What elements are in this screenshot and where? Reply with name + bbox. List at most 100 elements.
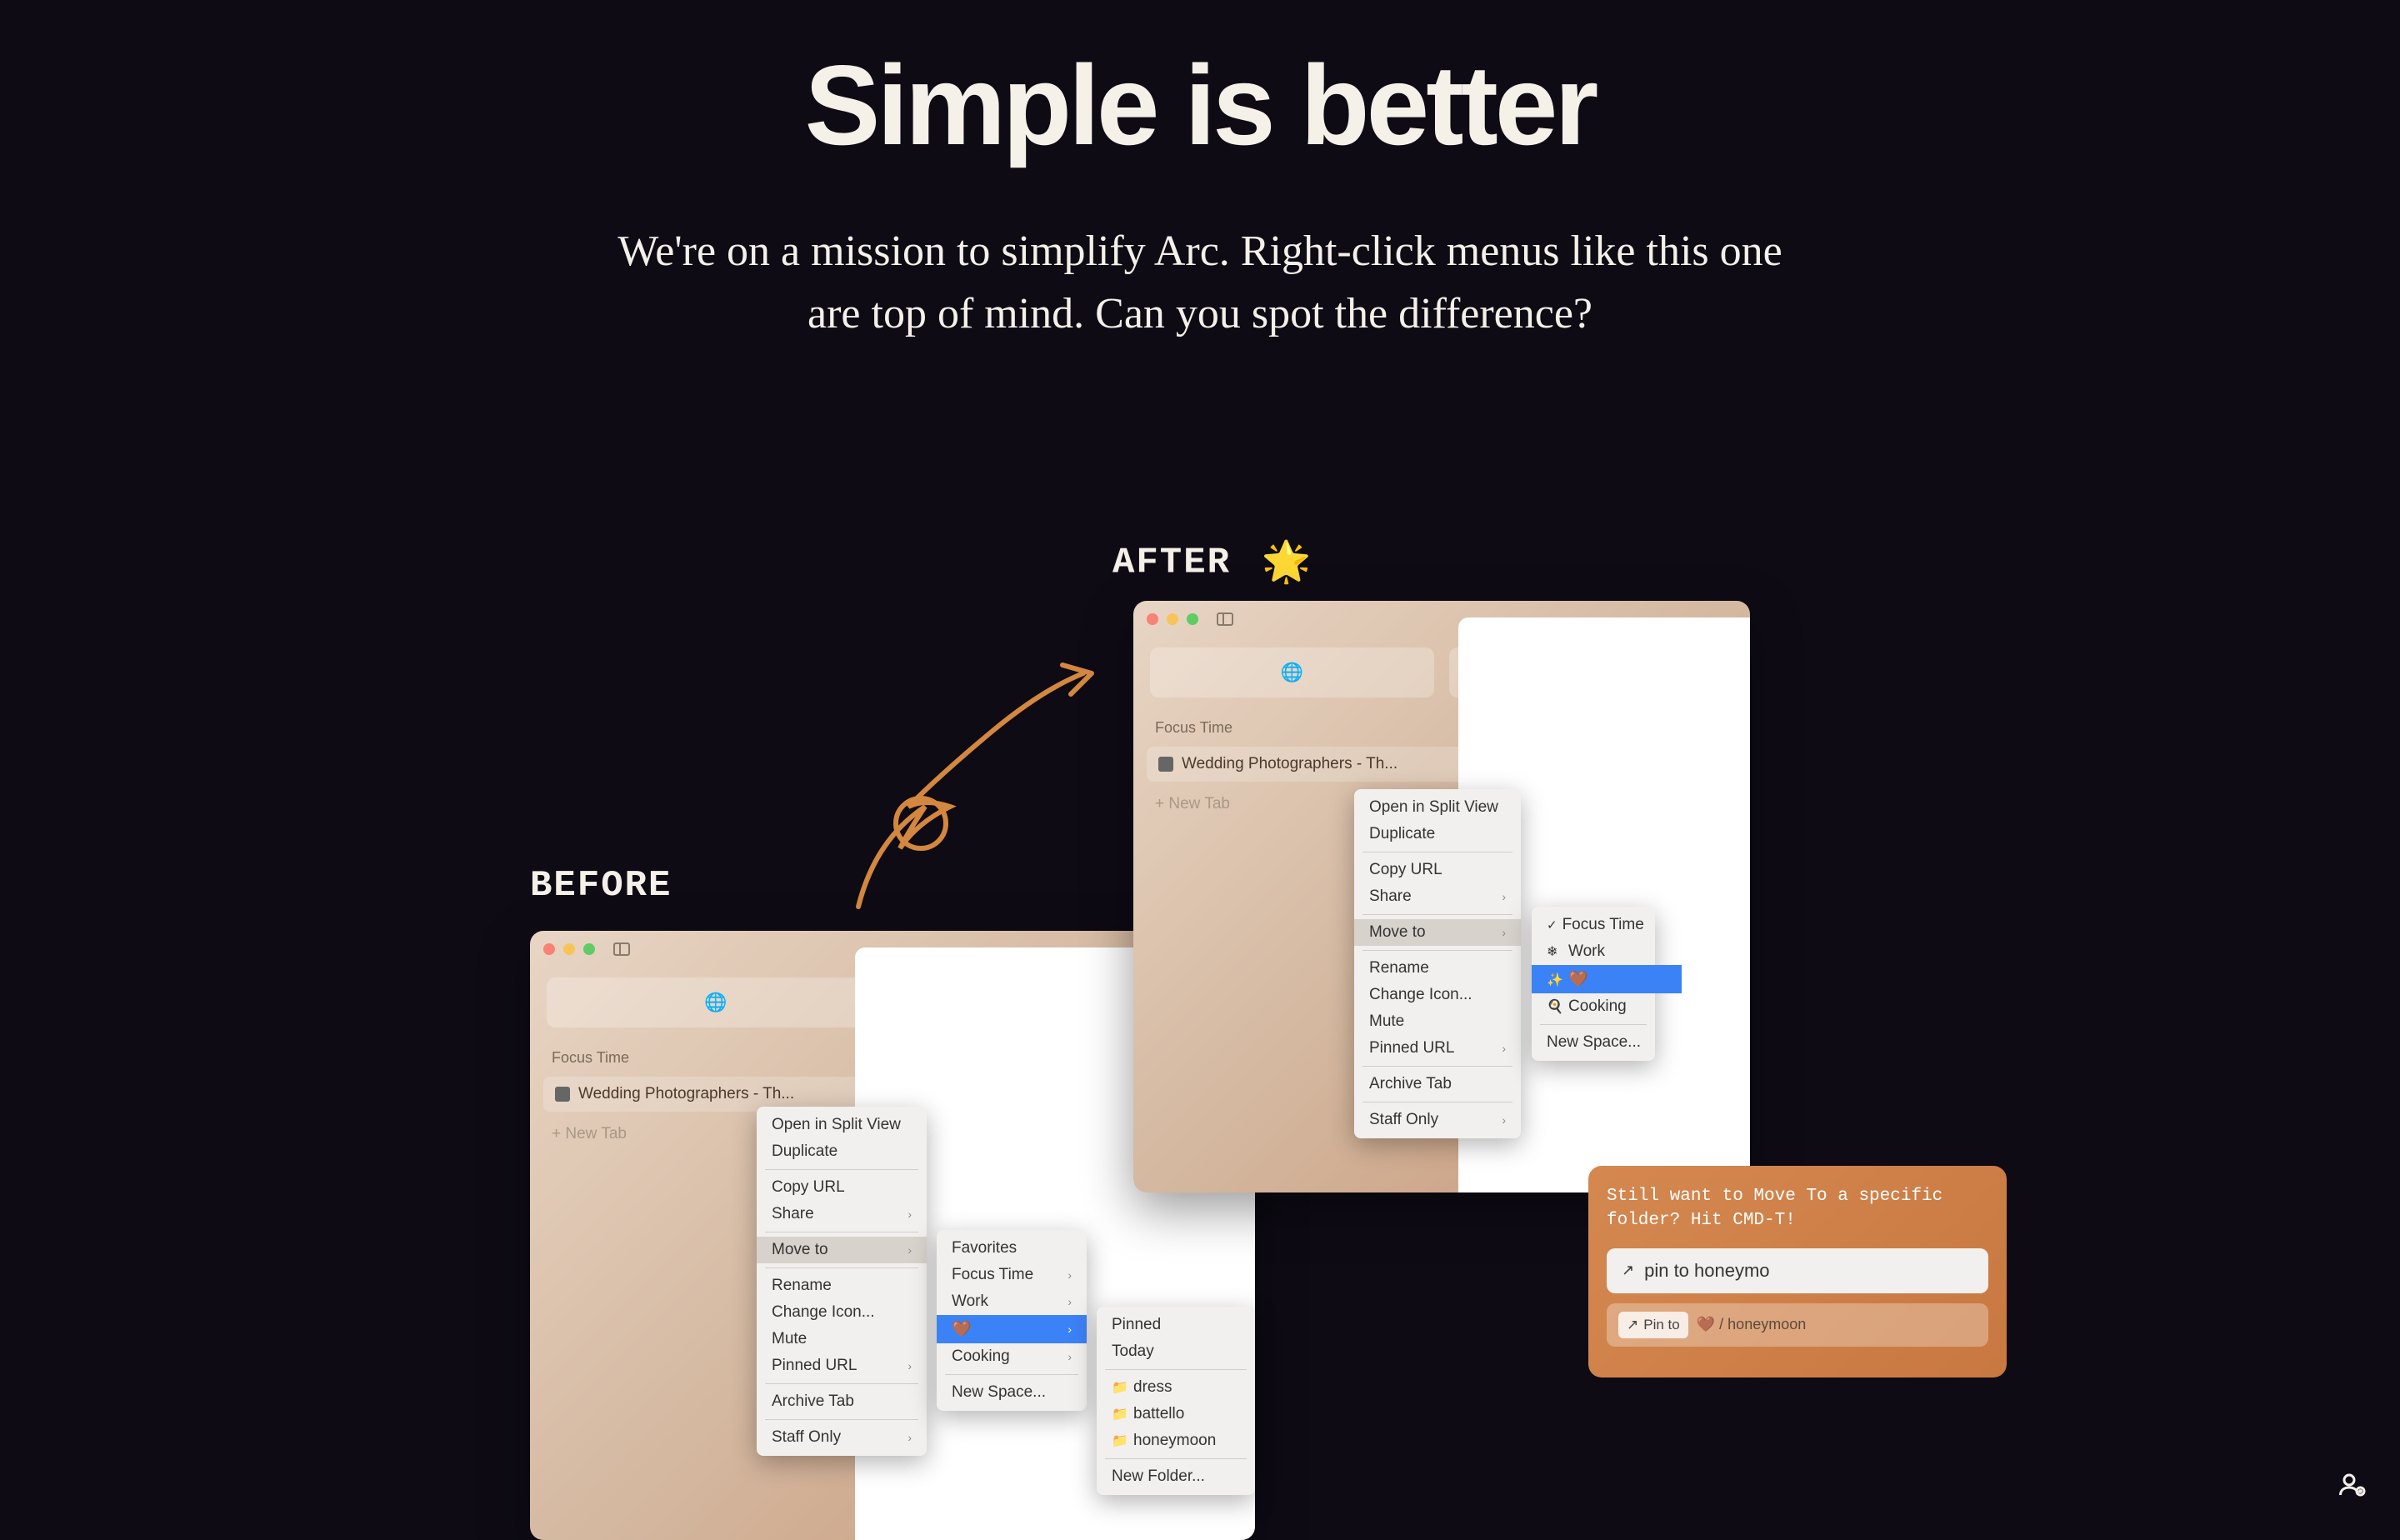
menu-item[interactable]: Staff Only› [1354,1107,1521,1133]
menu-item-label: Pinned URL [1369,1039,1454,1057]
menu-item-label: Change Icon... [1369,986,1472,1003]
menu-item-label: Move to [772,1241,828,1258]
menu-divider [765,1169,918,1170]
menu-item-label: Focus Time [952,1266,1033,1283]
maximize-icon[interactable] [583,943,595,955]
chevron-right-icon: › [1068,1350,1072,1363]
menu-item-label: New Folder... [1112,1468,1205,1485]
menu-item-label: Share [772,1205,814,1222]
menu-item[interactable]: Share› [1354,883,1521,910]
menu-item-icon: 📁 [1112,1406,1127,1422]
menu-item[interactable]: 🍳Cooking [1532,993,1682,1020]
sidebar-toggle-icon[interactable] [1217,612,1233,626]
menu-item-icon: ❄ [1547,943,1562,960]
menu-item[interactable]: Move to › [757,1237,927,1263]
menu-item[interactable]: Work› [937,1288,1087,1315]
menu-item[interactable]: 🤎› [937,1315,1087,1343]
minimize-icon[interactable] [1167,613,1178,625]
maximize-icon[interactable] [1187,613,1198,625]
menu-item[interactable]: Mute [757,1326,927,1352]
menu-item-label: Open in Split View [772,1116,901,1133]
menu-item[interactable]: Copy URL [1354,857,1521,883]
menu-item[interactable]: 📁 honeymoon [1097,1428,1255,1454]
menu-item[interactable]: New Folder... [1097,1463,1255,1490]
menu-item-label: Cooking [1568,998,1627,1015]
add-user-icon[interactable] [2337,1470,2367,1507]
close-icon[interactable] [543,943,555,955]
favicon-icon [1158,757,1173,772]
menu-item[interactable]: Archive Tab [757,1388,927,1415]
context-menu-before-level1: Open in Split ViewDuplicateCopy URLShare… [757,1107,927,1456]
menu-item[interactable]: Open in Split View [757,1112,927,1138]
chevron-right-icon: › [908,1208,912,1221]
sidebar-toggle-icon[interactable] [613,942,630,956]
menu-item[interactable]: New Space... [937,1379,1087,1406]
menu-item[interactable]: Share › [757,1201,927,1228]
menu-item[interactable]: Pinned URL› [757,1352,927,1379]
tip-search-bar[interactable]: ↗ pin to honeymo [1607,1248,1988,1293]
chevron-right-icon: › [908,1243,912,1257]
menu-item[interactable]: Duplicate [757,1138,927,1165]
menu-item[interactable]: Today [1097,1338,1255,1365]
menu-item[interactable]: Duplicate [1354,821,1521,848]
tip-result-row[interactable]: ↗ Pin to 🤎 / honeymoon [1607,1303,1988,1347]
menu-item[interactable]: New Space... [1532,1029,1682,1056]
menu-item[interactable]: ✓Focus Time [1532,912,1682,938]
menu-divider [1362,914,1512,915]
hero-title: Simple is better [0,40,2400,170]
menu-item-label: Rename [772,1277,832,1294]
menu-item[interactable]: Pinned URL› [1354,1035,1521,1062]
menu-item-label: Move to [1369,923,1426,941]
menu-item[interactable]: ✨🤎 [1532,965,1682,993]
menu-item[interactable]: Staff Only› [757,1424,927,1451]
menu-item-label: Change Icon... [772,1303,875,1321]
menu-item[interactable]: Move to › [1354,919,1521,946]
menu-divider [765,1419,918,1420]
menu-item-label: 🤎 [1568,971,1588,988]
menu-divider [1362,1066,1512,1067]
menu-item[interactable]: Open in Split View [1354,794,1521,821]
menu-item-label: Duplicate [772,1142,838,1160]
chevron-right-icon: › [1068,1268,1072,1282]
tip-path: 🤎 / honeymoon [1697,1316,1807,1333]
menu-item-label: Work [952,1292,988,1310]
arrow-outward-icon: ↗ [1622,1262,1634,1279]
context-menu-after-level2: ✓Focus Time❄Work✨🤎🍳CookingNew Space... [1532,907,1655,1061]
hero-subtitle: We're on a mission to simplify Arc. Righ… [0,220,2400,346]
menu-item[interactable]: Pinned [1097,1312,1255,1338]
after-label: AFTER 🌟 [1112,538,1312,588]
menu-item[interactable]: 📁 battello [1097,1401,1255,1428]
menu-item[interactable]: Cooking› [937,1343,1087,1370]
menu-item[interactable]: Mute [1354,1008,1521,1035]
menu-item[interactable]: Archive Tab [1354,1071,1521,1098]
menu-item-label: Open in Split View [1369,798,1498,816]
tab-title: Wedding Photographers - Th... [1182,755,1398,773]
menu-item[interactable]: Change Icon... [1354,982,1521,1008]
menu-item-label: dress [1133,1378,1172,1396]
menu-item-label: honeymoon [1133,1432,1216,1449]
pin-to-pill: ↗ Pin to [1618,1312,1688,1338]
menu-item[interactable]: Change Icon... [757,1299,927,1326]
minimize-icon[interactable] [563,943,575,955]
menu-item-icon: 📁 [1112,1432,1127,1449]
menu-item-label: Archive Tab [1369,1075,1452,1092]
menu-item-label: Today [1112,1342,1154,1360]
favorite-tile[interactable]: 🌐 [547,978,885,1028]
menu-item-label: Favorites [952,1239,1017,1257]
close-icon[interactable] [1147,613,1158,625]
menu-item[interactable]: ❄Work [1532,938,1682,965]
menu-item[interactable]: 📁dress [1097,1374,1255,1401]
menu-item[interactable]: Focus Time › [937,1262,1087,1288]
menu-item[interactable]: Copy URL [757,1174,927,1201]
menu-item[interactable]: Rename [757,1272,927,1299]
favorite-tile[interactable]: 🌐 [1150,648,1434,698]
menu-divider [765,1383,918,1384]
chevron-right-icon: › [1502,926,1506,939]
menu-item[interactable]: Rename [1354,955,1521,982]
menu-item-label: Mute [772,1330,807,1348]
menu-item-label: Rename [1369,959,1429,977]
menu-item[interactable]: Favorites [937,1235,1087,1262]
tab-title: Wedding Photographers - Th... [578,1085,794,1103]
menu-item-label: battello [1133,1405,1184,1422]
menu-item-label: 🤎 [952,1321,972,1338]
